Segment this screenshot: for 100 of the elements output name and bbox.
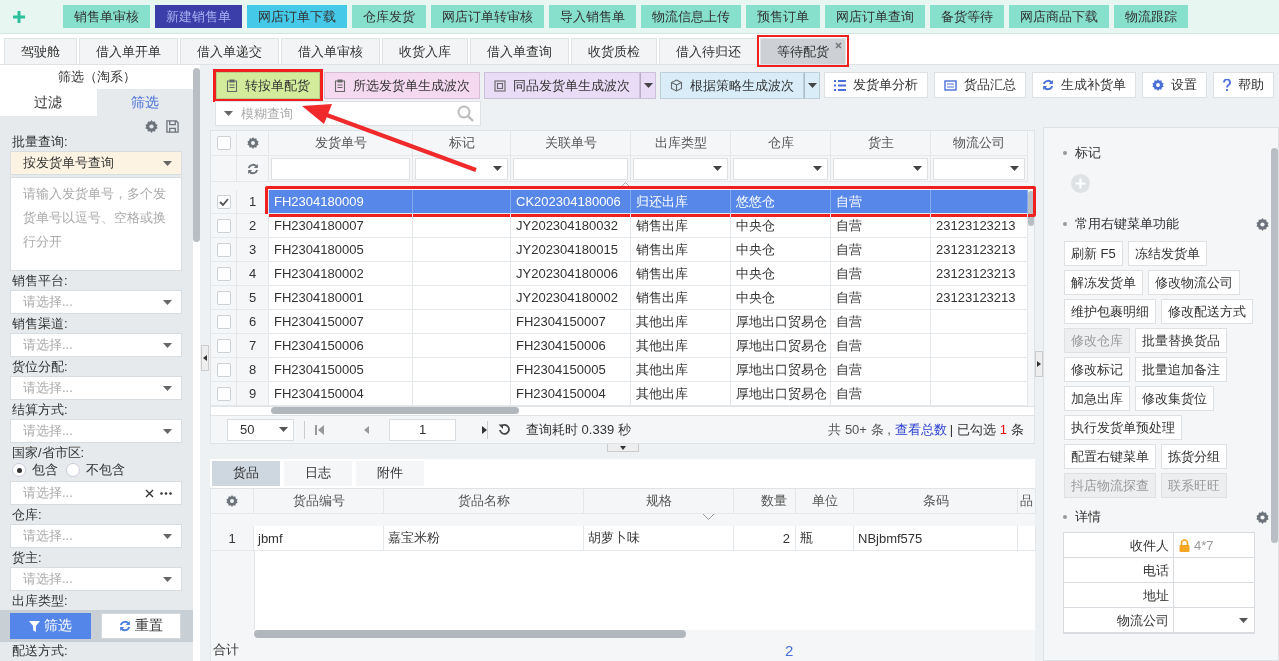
action-button[interactable]: 根据策略生成波次 xyxy=(660,72,804,99)
table-row[interactable]: 8 FH2304150005 FH2304150005 其他出库 厚地出口贸易仓 自营 xyxy=(211,358,1028,382)
settings-icon[interactable] xyxy=(1256,510,1269,524)
collapse-handle[interactable] xyxy=(607,444,639,452)
settings-icon[interactable] xyxy=(226,495,238,507)
reset-button[interactable]: 重置 xyxy=(100,613,181,639)
checkbox[interactable] xyxy=(216,242,231,257)
menu-action-button[interactable]: 修改标记 xyxy=(1064,357,1130,382)
page-tab[interactable]: 借入单开单 xyxy=(79,38,178,64)
menu-action-button[interactable]: 修改物流公司 xyxy=(1148,270,1240,295)
add-icon[interactable] xyxy=(12,9,26,24)
checkbox[interactable] xyxy=(216,362,231,377)
menu-button[interactable]: 备货等待 xyxy=(930,5,1004,28)
panel-tab[interactable]: 筛选 xyxy=(96,89,193,116)
menu-button[interactable]: 预售订单 xyxy=(746,5,820,28)
menu-button[interactable]: 物流信息上传 xyxy=(641,5,741,28)
menu-action-button[interactable]: 批量追加备注 xyxy=(1135,357,1227,382)
menu-action-button[interactable]: 解冻发货单 xyxy=(1064,270,1143,295)
radio-button[interactable] xyxy=(12,463,26,477)
table-row[interactable]: 6 FH2304150007 FH2304150007 其他出库 厚地出口贸易仓 自营 xyxy=(211,310,1028,334)
filter-input[interactable] xyxy=(513,157,628,180)
first-page-icon[interactable] xyxy=(315,424,324,435)
menu-action-button[interactable]: 执行发货单预处理 xyxy=(1064,415,1182,440)
page-tab[interactable]: 收货入库 xyxy=(382,38,468,64)
caret-icon[interactable] xyxy=(1239,617,1248,623)
menu-action-button[interactable]: 修改配送方式 xyxy=(1161,299,1253,324)
menu-action-button[interactable]: 冻结发货单 xyxy=(1127,241,1207,266)
close-icon[interactable] xyxy=(835,42,842,49)
table-row[interactable]: 2 FH2304180007 JY202304180032 销售出库 中央仓 自营 23123123213 xyxy=(211,214,1028,238)
detail-tab[interactable]: 附件 xyxy=(356,461,424,486)
filter-input[interactable] xyxy=(271,157,410,180)
table-row[interactable]: 5 FH2304180001 JY202304180002 销售出库 中央仓 自营 23123123213 xyxy=(211,286,1028,310)
table-row[interactable]: 7 FH2304150006 FH2304150006 其他出库 厚地出口贸易仓 自营 xyxy=(211,334,1028,358)
view-total-link[interactable]: 查看总数 xyxy=(894,420,947,439)
settings-icon[interactable] xyxy=(1256,217,1269,231)
search-icon[interactable] xyxy=(457,105,474,122)
page-tab[interactable]: 借入单查询 xyxy=(470,38,569,64)
checkbox[interactable] xyxy=(216,218,231,233)
menu-button[interactable]: 物流跟踪 xyxy=(1114,5,1188,28)
scrollbar[interactable] xyxy=(193,68,200,242)
clear-icon[interactable] xyxy=(145,488,154,498)
select-field[interactable]: 按发货单号查询 xyxy=(10,151,182,175)
menu-button[interactable]: 网店订单转审核 xyxy=(431,5,544,28)
menu-action-button[interactable]: 刷新 F5 xyxy=(1064,241,1123,266)
menu-action-button[interactable]: 修改集货位 xyxy=(1135,386,1214,411)
page-tab[interactable]: 收货质检 xyxy=(571,38,657,64)
action-button[interactable]: 所选发货单生成波次 xyxy=(324,72,480,99)
page-tab[interactable]: 驾驶舱 xyxy=(4,38,77,64)
page-tab[interactable]: 借入单审核 xyxy=(281,38,380,64)
toolbar-button[interactable]: 发货单分析 xyxy=(824,72,928,98)
scrollbar[interactable] xyxy=(254,630,686,638)
panel-tab[interactable]: 过滤 xyxy=(0,89,97,116)
radio-button[interactable] xyxy=(66,463,80,477)
checkbox[interactable] xyxy=(216,314,231,329)
table-row[interactable]: 9 FH2304150004 FH2304150004 其他出库 厚地出口贸易仓 自营 xyxy=(211,382,1028,406)
table-row[interactable]: 4 FH2304180002 JY202304180006 销售出库 中央仓 自营 23123123213 xyxy=(211,262,1028,286)
menu-action-button[interactable]: 配置右键菜单 xyxy=(1064,444,1156,469)
checkbox[interactable] xyxy=(216,386,231,401)
menu-button[interactable]: 网店订单下载 xyxy=(247,5,347,28)
menu-action-button[interactable]: 维护包裹明细 xyxy=(1064,299,1156,324)
reload-icon[interactable] xyxy=(498,423,511,436)
menu-button[interactable]: 新建销售单 xyxy=(155,5,242,28)
menu-action-button[interactable]: 加急出库 xyxy=(1064,386,1130,411)
menu-button[interactable]: 销售单审核 xyxy=(63,5,150,28)
page-size-select[interactable]: 50 xyxy=(227,418,294,441)
checkbox[interactable] xyxy=(216,290,231,305)
collapse-handle[interactable] xyxy=(201,345,209,371)
detail-tab[interactable]: 日志 xyxy=(284,461,352,486)
toolbar-button[interactable]: 帮助 xyxy=(1213,72,1274,98)
menu-button[interactable]: 导入销售单 xyxy=(549,5,636,28)
toolbar-button[interactable]: 货品汇总 xyxy=(934,72,1026,98)
dropdown-button[interactable] xyxy=(804,72,820,99)
refresh-icon[interactable] xyxy=(246,162,259,175)
save-icon[interactable] xyxy=(166,120,179,133)
scrollbar[interactable] xyxy=(271,407,519,414)
page-tab[interactable]: 借入单递交 xyxy=(180,38,279,64)
settings-icon[interactable] xyxy=(246,137,259,149)
page-tab[interactable]: 借入待归还 xyxy=(659,38,758,64)
checkbox[interactable] xyxy=(216,338,231,353)
action-button[interactable]: 转按单配货 xyxy=(216,72,320,99)
next-page-icon[interactable] xyxy=(482,425,487,434)
toolbar-button[interactable]: 生成补货单 xyxy=(1032,72,1136,98)
checkbox[interactable] xyxy=(216,136,231,150)
menu-button[interactable]: 网店商品下载 xyxy=(1009,5,1109,28)
checkbox[interactable] xyxy=(216,266,231,281)
filter-button[interactable]: 筛选 xyxy=(10,613,91,639)
page-input[interactable]: 1 xyxy=(389,418,456,441)
checkbox[interactable] xyxy=(216,194,231,209)
detail-tab[interactable]: 货品 xyxy=(212,461,280,486)
table-row[interactable]: 3 FH2304180005 JY202304180015 销售出库 中央仓 自营 23123123213 xyxy=(211,238,1028,262)
menu-action-button[interactable]: 批量替换货品 xyxy=(1135,328,1227,353)
page-tab[interactable]: 等待配货 xyxy=(760,38,846,64)
menu-button[interactable]: 仓库发货 xyxy=(352,5,426,28)
collapse-handle[interactable] xyxy=(1035,351,1043,377)
filter-select[interactable] xyxy=(415,157,508,180)
previous-page-icon[interactable] xyxy=(364,425,369,434)
settings-icon[interactable] xyxy=(145,120,158,133)
menu-button[interactable]: 网店订单查询 xyxy=(825,5,925,28)
menu-action-button[interactable]: 拣货分组 xyxy=(1161,444,1227,469)
more-icon[interactable] xyxy=(160,491,172,495)
